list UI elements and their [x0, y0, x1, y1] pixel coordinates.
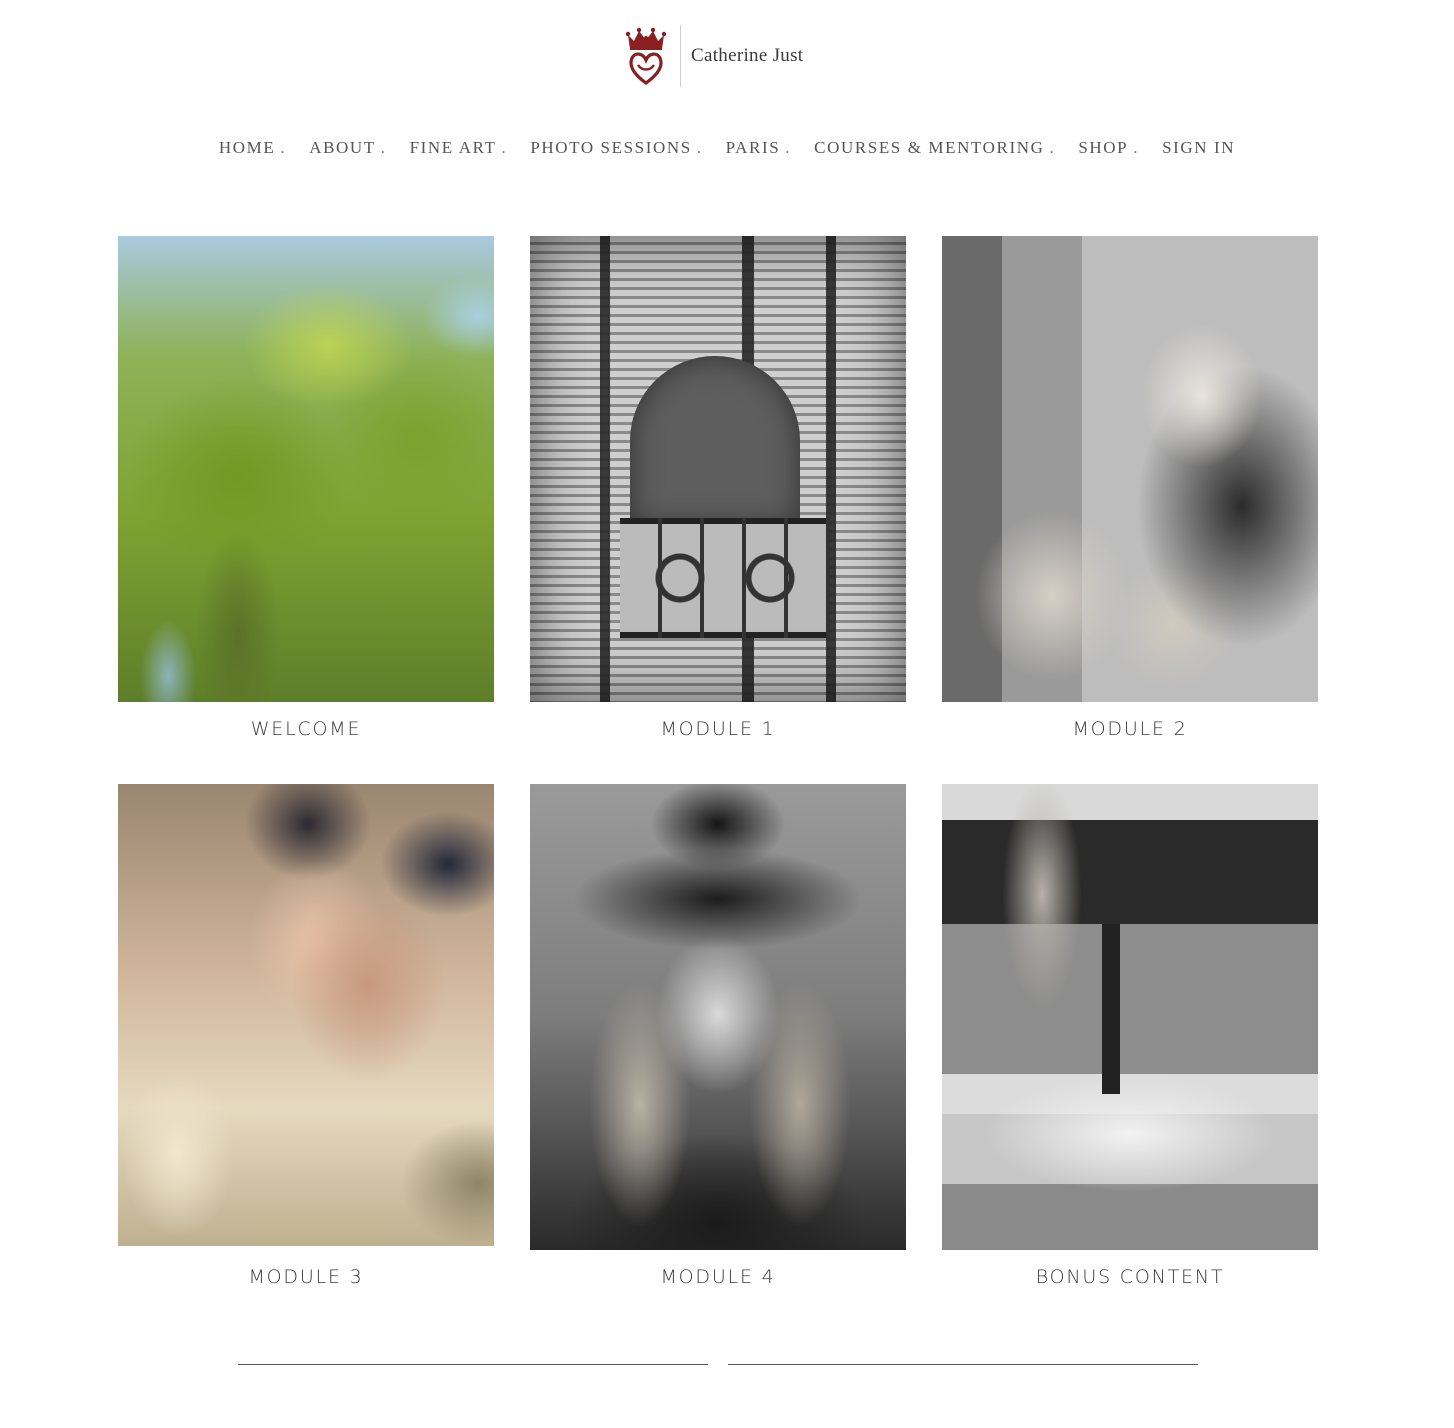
crown-heart-icon [625, 27, 667, 85]
tile-module-2[interactable]: MODULE 2 [942, 236, 1318, 740]
jumping-on-bed-photo [942, 784, 1318, 1250]
tile-label: WELCOME [250, 718, 362, 740]
nav-courses-mentoring[interactable]: COURSES & MENTORING [814, 138, 1044, 158]
tile-label: BONUS CONTENT [1035, 1266, 1225, 1288]
blurred-tree-photo [118, 236, 494, 702]
nav-separator: . [280, 138, 287, 157]
nav-separator: . [1133, 138, 1140, 157]
footer-divider-left [238, 1364, 708, 1365]
nav-home[interactable]: HOME [219, 138, 275, 158]
tile-bonus-content[interactable]: BONUS CONTENT [942, 784, 1318, 1288]
footer-divider-right [728, 1364, 1198, 1365]
tile-label: MODULE 1 [660, 718, 776, 740]
nav-paris[interactable]: PARIS [726, 138, 781, 158]
main-nav: HOME. ABOUT. FINE ART. PHOTO SESSIONS. P… [0, 138, 1454, 158]
tile-label: MODULE 2 [1072, 718, 1188, 740]
nav-about[interactable]: ABOUT [309, 138, 376, 158]
nav-separator: . [696, 138, 703, 157]
mother-and-child-photo [118, 784, 494, 1246]
nav-fine-art[interactable]: FINE ART [410, 138, 497, 158]
nav-separator: . [501, 138, 508, 157]
site-logo[interactable]: Catherine Just [624, 24, 803, 88]
tile-module-4[interactable]: MODULE 4 [530, 784, 906, 1288]
woman-hand-in-hair-photo [942, 236, 1318, 702]
nav-separator: . [785, 138, 792, 157]
woman-in-black-hat-photo [530, 784, 906, 1250]
nav-photo-sessions[interactable]: PHOTO SESSIONS [530, 138, 691, 158]
tile-label: MODULE 3 [248, 1266, 364, 1288]
headboard-post [1102, 924, 1120, 1094]
tile-label: MODULE 4 [660, 1266, 776, 1288]
logo-text: Catherine Just [691, 45, 804, 66]
tile-module-3[interactable]: MODULE 3 [118, 784, 494, 1288]
photo-vignette [530, 236, 906, 702]
nav-separator: . [380, 138, 387, 157]
paris-window-shutters-photo [530, 236, 906, 702]
nav-shop[interactable]: SHOP [1078, 138, 1128, 158]
nav-sign-in[interactable]: SIGN IN [1162, 138, 1235, 158]
logo-divider [680, 25, 681, 87]
tile-module-1[interactable]: MODULE 1 [530, 236, 906, 740]
nav-separator: . [1049, 138, 1056, 157]
tile-welcome[interactable]: WELCOME [118, 236, 494, 740]
